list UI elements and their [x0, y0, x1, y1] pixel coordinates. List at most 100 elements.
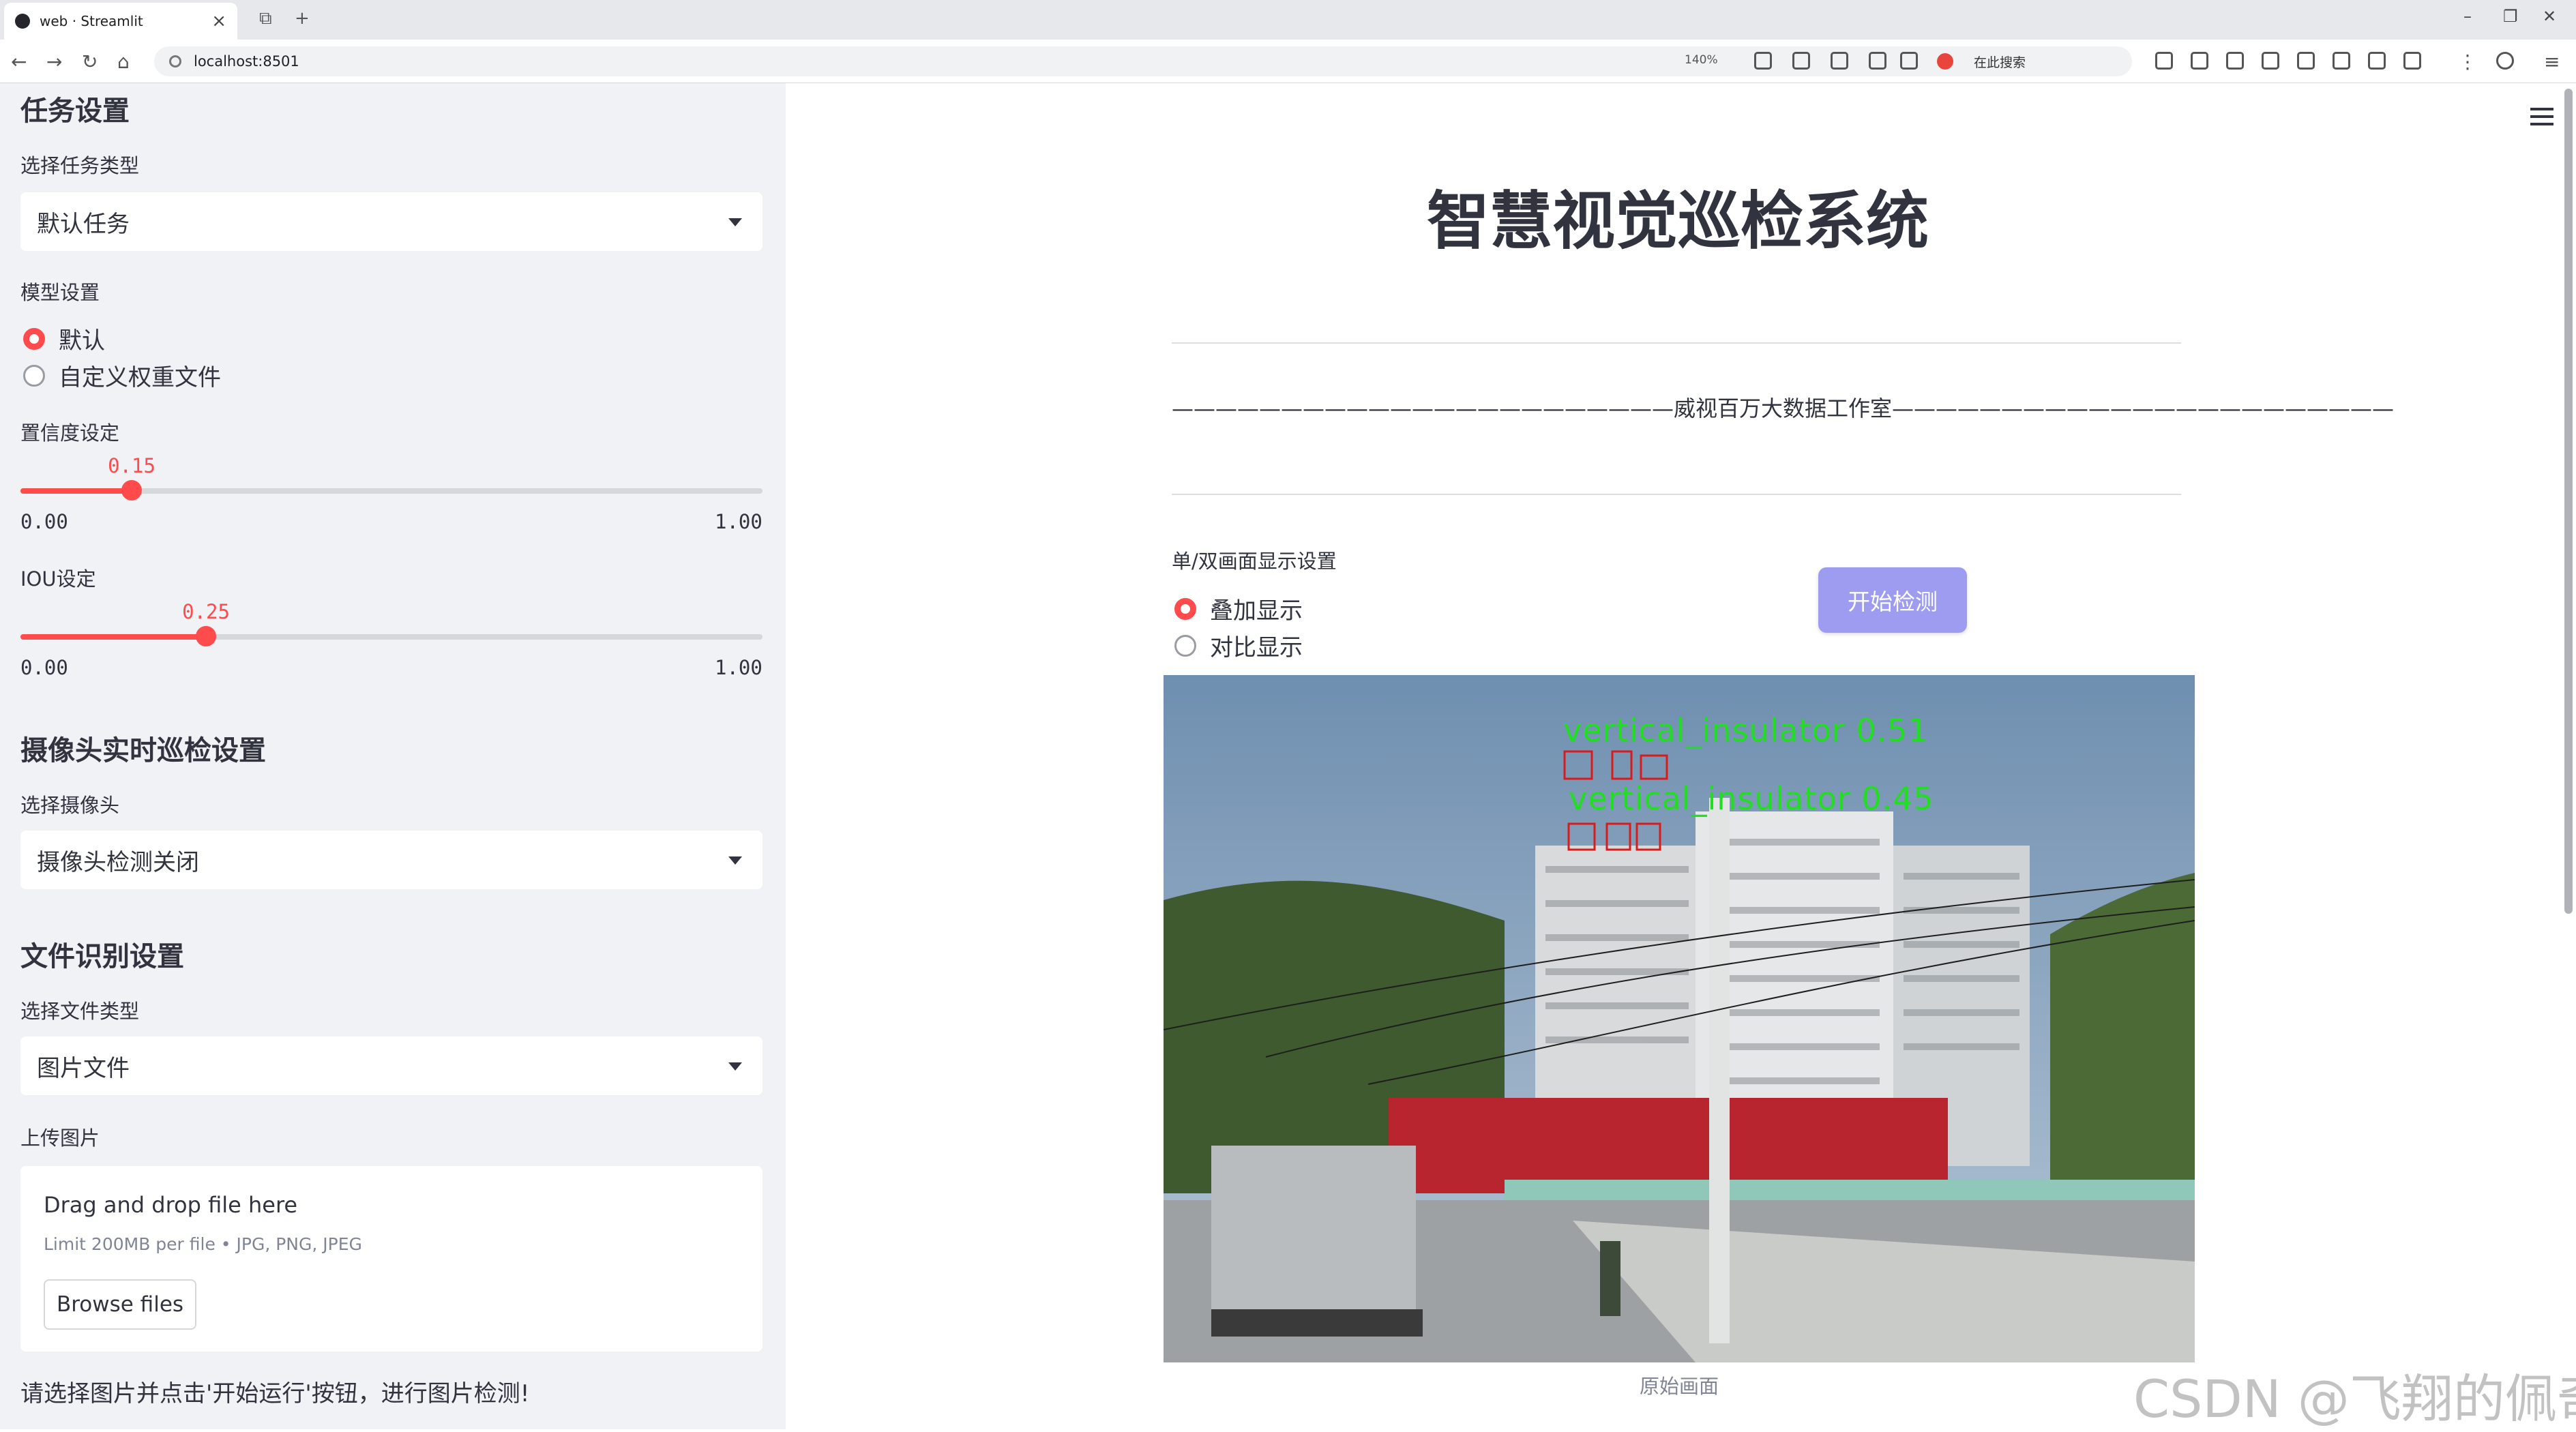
- new-tab-icon[interactable]: +: [295, 8, 310, 29]
- radio-unselected-icon[interactable]: [1174, 634, 1196, 657]
- iou-label: IOU设定: [20, 567, 96, 591]
- iou-value: 0.25: [182, 600, 230, 623]
- confidence-slider[interactable]: [20, 480, 763, 501]
- display-option-label: 对比显示: [1210, 634, 1303, 661]
- search-box[interactable]: 在此搜索: [1937, 48, 2142, 75]
- page-title: 智慧视觉巡检系统: [1426, 185, 1929, 258]
- radio-selected-icon[interactable]: [1174, 597, 1196, 620]
- divider: [1172, 342, 2181, 344]
- confidence-min: 0.00: [20, 510, 68, 533]
- browse-files-button[interactable]: Browse files: [44, 1279, 196, 1330]
- browser-tab-bar: web · Streamlit × ⧉ + – ❐ ✕: [0, 0, 2576, 40]
- home-icon[interactable]: ⌂: [117, 50, 130, 73]
- camera-section-title: 摄像头实时巡检设置: [20, 735, 266, 766]
- site-info-icon[interactable]: [169, 55, 181, 68]
- download-icon[interactable]: [2333, 52, 2350, 70]
- minimize-icon[interactable]: –: [2463, 7, 2472, 26]
- cut-icon[interactable]: [2403, 52, 2421, 70]
- screenshot-icon[interactable]: [1831, 52, 1848, 70]
- model-option-custom[interactable]: 自定义权重文件: [23, 359, 221, 392]
- favorites-icon[interactable]: [2368, 52, 2386, 70]
- restore-icon[interactable]: ❐: [2503, 7, 2518, 26]
- extension-icon[interactable]: [2191, 52, 2208, 70]
- chevron-down-icon: [728, 218, 742, 226]
- mobile-icon[interactable]: [2155, 52, 2173, 70]
- image-caption: 原始画面: [1639, 1375, 1719, 1398]
- bookmark-star-icon[interactable]: [1900, 52, 1918, 70]
- share-icon[interactable]: [1869, 52, 1886, 70]
- model-option-label: 自定义权重文件: [59, 364, 221, 391]
- camera-label: 选择摄像头: [20, 794, 120, 817]
- start-detection-button[interactable]: 开始检测: [1818, 567, 1967, 633]
- browser-menu-icon[interactable]: ≡: [2544, 50, 2560, 73]
- extension-icon[interactable]: [2226, 52, 2244, 70]
- iou-slider[interactable]: [20, 626, 763, 646]
- file-type-label: 选择文件类型: [20, 1000, 140, 1023]
- confidence-label: 置信度设定: [20, 421, 120, 445]
- bolt-icon[interactable]: [1792, 52, 1810, 70]
- profile-avatar[interactable]: [2496, 52, 2514, 70]
- instruction-note: 请选择图片并点击'开始运行'按钮，进行图片检测!: [20, 1380, 530, 1407]
- zoom-indicator[interactable]: 140%: [1685, 53, 1718, 67]
- display-option-overlay[interactable]: 叠加显示: [1174, 592, 1303, 625]
- detection-result-image: vertical_insulator 0.51 vertical_insulat…: [1164, 675, 2195, 1362]
- streamlit-favicon-icon: [15, 14, 30, 29]
- file-dropzone[interactable]: Drag and drop file here Limit 200MB per …: [20, 1166, 763, 1352]
- page-scrollbar[interactable]: [2564, 89, 2573, 914]
- forward-icon[interactable]: →: [46, 50, 62, 73]
- dropzone-title: Drag and drop file here: [44, 1192, 298, 1218]
- url-text: localhost:8501: [194, 53, 299, 70]
- iou-max: 1.00: [715, 656, 763, 679]
- camera-select[interactable]: 摄像头检测关闭: [20, 831, 763, 889]
- browser-toolbar: ← → ↻ ⌂ localhost:8501 140% 在此搜索 ⋮ ≡: [0, 40, 2576, 83]
- task-type-select[interactable]: 默认任务: [20, 192, 763, 251]
- file-type-select[interactable]: 图片文件: [20, 1036, 763, 1095]
- chevron-down-icon: [728, 856, 742, 865]
- radio-unselected-icon[interactable]: [23, 364, 45, 387]
- task-type-label: 选择任务类型: [20, 154, 140, 177]
- reload-icon[interactable]: ↻: [82, 50, 98, 73]
- app-menu-icon[interactable]: [2530, 108, 2553, 130]
- slider-fill: [20, 488, 132, 494]
- iou-min: 0.00: [20, 656, 68, 679]
- file-section-title: 文件识别设置: [20, 941, 184, 972]
- tab-close-icon[interactable]: ×: [211, 11, 226, 31]
- task-type-value: 默认任务: [37, 210, 130, 238]
- browser-tab[interactable]: web · Streamlit ×: [4, 3, 237, 40]
- dropzone-limit: Limit 200MB per file • JPG, PNG, JPEG: [44, 1234, 362, 1254]
- confidence-value: 0.15: [108, 454, 156, 477]
- model-option-label: 默认: [59, 327, 105, 355]
- file-type-value: 图片文件: [37, 1054, 130, 1082]
- camera-value: 摄像头检测关闭: [37, 848, 199, 876]
- display-option-compare[interactable]: 对比显示: [1174, 629, 1303, 662]
- model-label: 模型设置: [20, 281, 100, 304]
- search-engine-icon: [1937, 53, 1953, 70]
- back-icon[interactable]: ←: [11, 50, 27, 73]
- translate-icon[interactable]: [1754, 52, 1772, 70]
- extension-icon[interactable]: [2262, 52, 2279, 70]
- extension-icon[interactable]: [2297, 52, 2315, 70]
- chevron-down-icon: [728, 1062, 742, 1071]
- radio-selected-icon[interactable]: [23, 327, 45, 350]
- display-option-label: 叠加显示: [1210, 597, 1303, 625]
- street-scene-illustration: [1164, 675, 2195, 1362]
- search-placeholder: 在此搜索: [1974, 55, 2026, 70]
- window-close-icon[interactable]: ✕: [2543, 7, 2556, 26]
- watermark-text: CSDN @飞翔的佩奇: [2133, 1369, 2576, 1429]
- studio-subtitle: ———————————————————————威视百万大数据工作室———————…: [1172, 396, 2395, 421]
- sidebar: 任务设置 选择任务类型 默认任务 模型设置 默认 自定义权重文件 置信度设定 0…: [0, 83, 786, 1429]
- display-mode-label: 单/双画面显示设置: [1172, 550, 1337, 573]
- slider-thumb[interactable]: [121, 480, 142, 501]
- upload-label: 上传图片: [20, 1127, 100, 1150]
- task-section-title: 任务设置: [20, 95, 130, 127]
- divider: [1172, 494, 2181, 495]
- detection-label: vertical_insulator 0.45: [1569, 780, 1934, 817]
- tab-title: web · Streamlit: [40, 13, 143, 29]
- detection-label: vertical_insulator 0.51: [1563, 712, 1929, 749]
- tab-group-icon[interactable]: ⧉: [259, 8, 272, 29]
- more-menu-icon[interactable]: ⋮: [2458, 50, 2477, 73]
- model-option-default[interactable]: 默认: [23, 322, 105, 355]
- slider-thumb[interactable]: [196, 626, 216, 646]
- confidence-max: 1.00: [715, 510, 763, 533]
- slider-fill: [20, 634, 206, 640]
